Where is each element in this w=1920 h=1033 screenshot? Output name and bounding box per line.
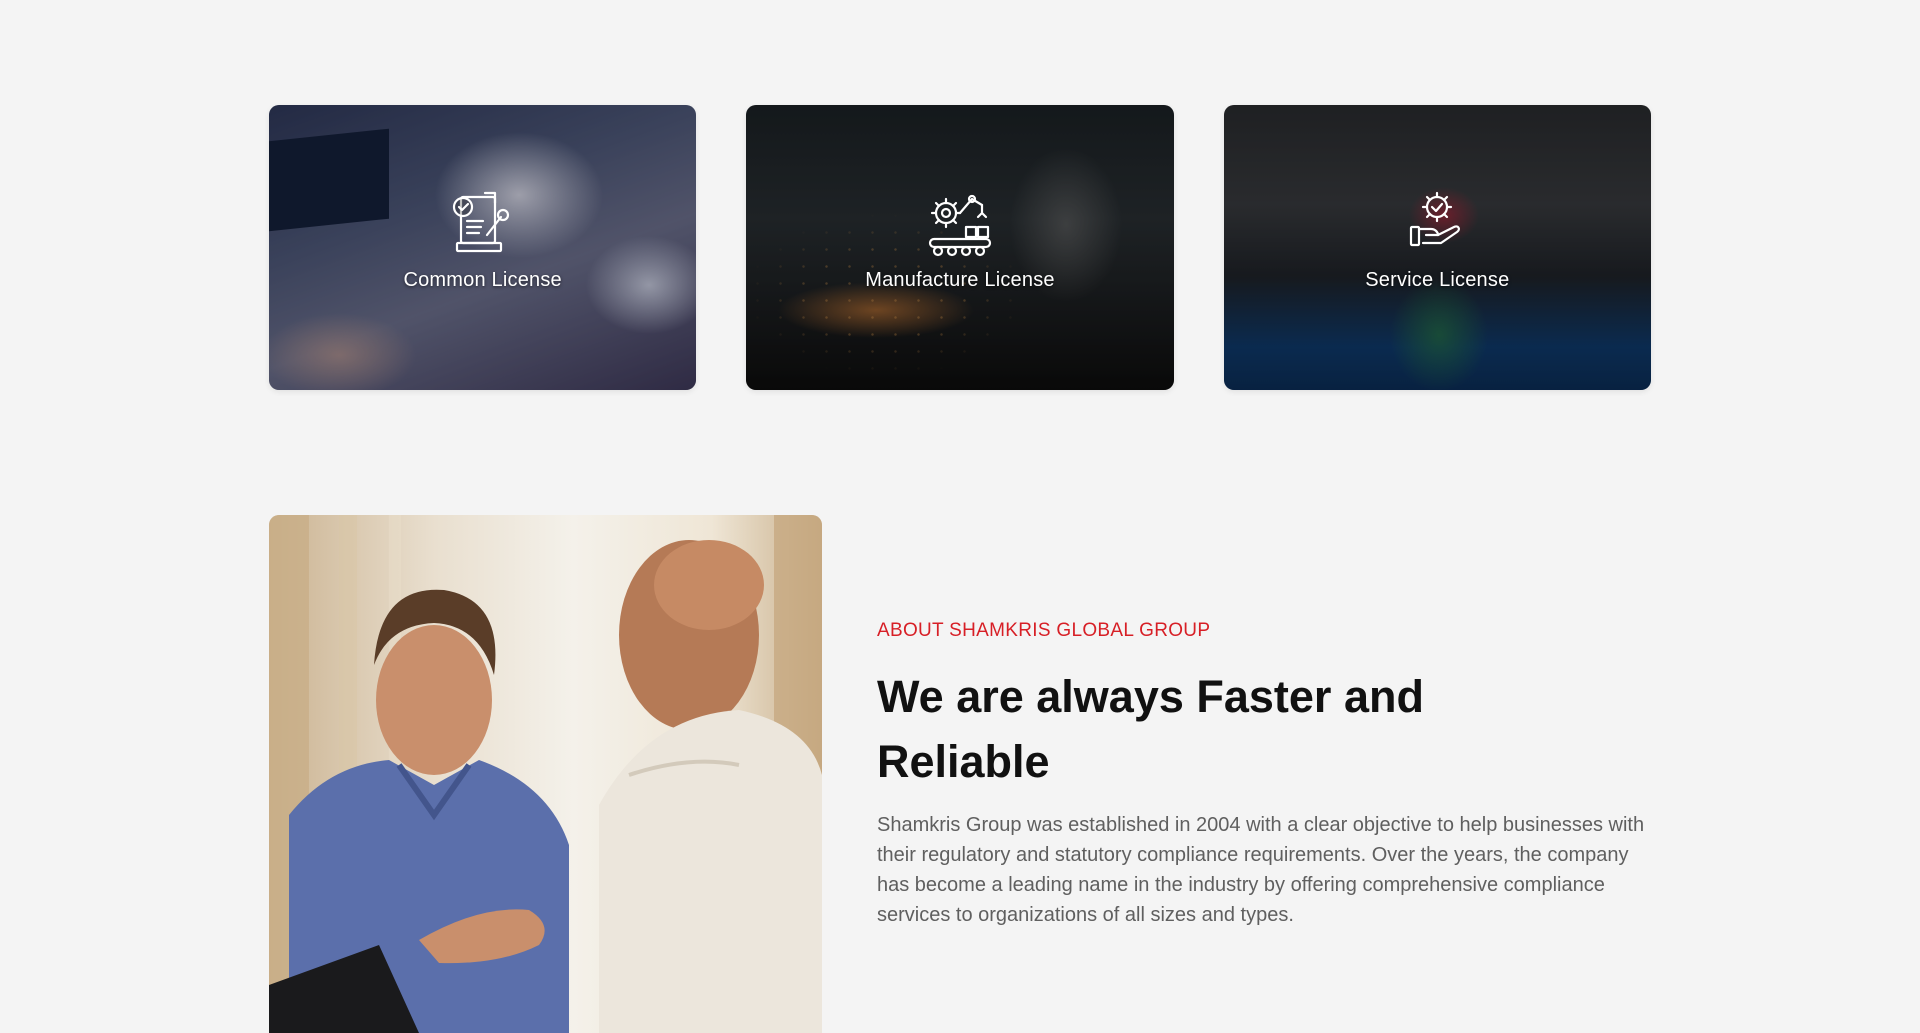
two-businessmen-meeting-photo — [269, 515, 822, 1033]
about-section: ABOUT SHAMKRIS GLOBAL GROUP We are alway… — [877, 620, 1657, 930]
card-service-license[interactable]: Service License — [1223, 105, 1651, 390]
license-cards: Common License Manufacture License Servi… — [269, 105, 1651, 390]
document-approval-icon — [452, 191, 509, 253]
about-description: Shamkris Group was established in 2004 w… — [877, 814, 1645, 926]
robotic-arm-conveyor-icon — [928, 194, 992, 257]
about-eyebrow: ABOUT SHAMKRIS GLOBAL GROUP — [877, 620, 1211, 641]
card-label: Manufacture License — [865, 269, 1055, 291]
card-common-license[interactable]: Common License — [269, 105, 697, 390]
card-manufacture-license[interactable]: Manufacture License — [746, 105, 1174, 390]
about-headline: We are always Faster and Reliable — [877, 671, 1424, 787]
card-label: Common License — [403, 269, 562, 291]
gear-hand-icon — [1410, 191, 1461, 247]
card-label: Service License — [1365, 269, 1510, 291]
